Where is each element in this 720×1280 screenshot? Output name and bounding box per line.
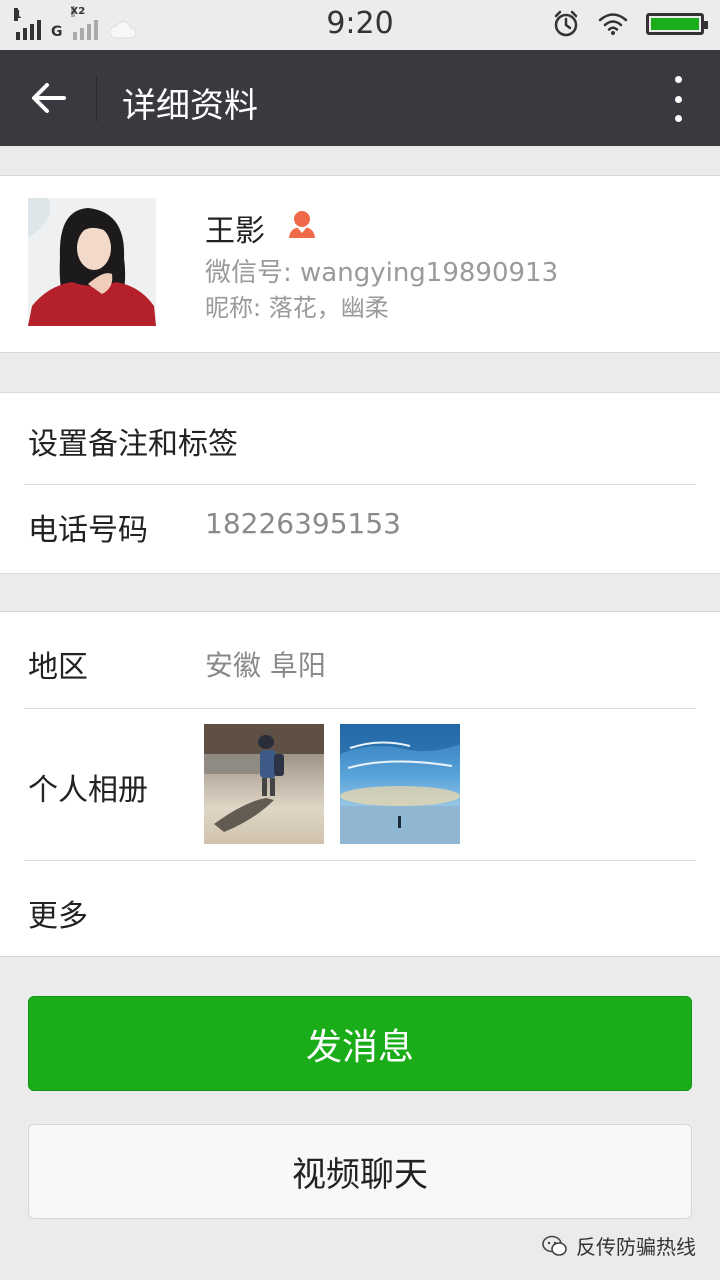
more-dot-icon (674, 76, 682, 83)
status-right (552, 10, 708, 38)
phone-label: 电话号码 (28, 513, 148, 548)
album-photo-child (204, 724, 324, 832)
battery-icon (646, 13, 708, 35)
watermark-text: 反传防骗热线 (576, 1235, 696, 1259)
album-thumbnail-2[interactable] (340, 724, 460, 844)
app-bar: 详细资料 (0, 50, 720, 146)
contact-name: 王影 (205, 214, 265, 249)
phone-number[interactable]: 18226395153 (205, 507, 401, 540)
arrow-left-icon (32, 83, 66, 113)
contact-info-card: 设置备注和标签 电话号码 18226395153 (0, 392, 720, 574)
avatar-photo (28, 198, 156, 326)
page-title: 详细资料 (122, 86, 258, 126)
more-dot-icon (674, 115, 682, 122)
watermark: 反传防骗热线 (542, 1231, 696, 1260)
alarm-clock-icon (554, 10, 578, 37)
remark-tags-label: 设置备注和标签 (28, 427, 238, 462)
profile-card: 王影 微信号: wangying19890913 昵称: 落花，幽柔 (0, 175, 720, 353)
send-message-button[interactable]: 发消息 (28, 996, 692, 1091)
wifi-icon (598, 13, 628, 35)
wechat-logo-icon (542, 1235, 567, 1256)
phone-row[interactable]: 电话号码 18226395153 (0, 485, 720, 573)
back-button[interactable] (20, 72, 76, 124)
details-card: 地区 安徽 阜阳 个人相册 更多 (0, 611, 720, 957)
remark-tags-row[interactable]: 设置备注和标签 (0, 393, 720, 484)
album-thumbnail-1[interactable] (204, 724, 324, 844)
more-label: 更多 (28, 899, 88, 934)
region-label: 地区 (28, 650, 88, 685)
nickname: 昵称: 落花，幽柔 (205, 294, 389, 322)
female-gender-icon (289, 211, 315, 238)
more-options-button[interactable] (666, 76, 690, 122)
region-row: 地区 安徽 阜阳 (0, 612, 720, 708)
battery-level (651, 18, 699, 30)
video-chat-button[interactable]: 视频聊天 (28, 1124, 692, 1219)
wechat-id: 微信号: wangying19890913 (205, 258, 559, 288)
more-row[interactable]: 更多 (0, 861, 720, 956)
album-photo-seascape (340, 724, 460, 844)
more-dot-icon (674, 95, 682, 103)
album-label: 个人相册 (28, 773, 148, 808)
status-bar: 1 G X2 9:20 (0, 0, 720, 50)
app-bar-divider (96, 76, 97, 122)
avatar[interactable] (28, 198, 156, 326)
region-value: 安徽 阜阳 (205, 649, 326, 682)
